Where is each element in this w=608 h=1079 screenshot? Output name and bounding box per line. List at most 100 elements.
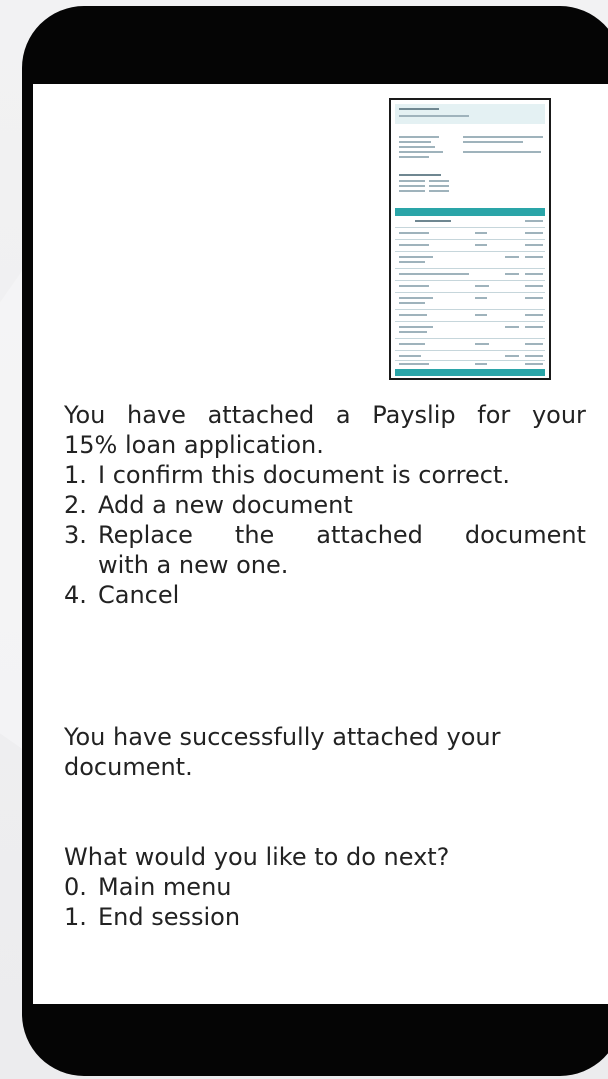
payslip-text-line bbox=[399, 151, 443, 153]
payslip-text-line bbox=[525, 326, 543, 328]
payslip-text-line bbox=[399, 343, 425, 345]
payslip-text-line bbox=[475, 343, 489, 345]
payslip-text-line bbox=[525, 220, 543, 222]
next-step-menu: What would you like to do next? 0. Main m… bbox=[64, 842, 586, 932]
intro-word: have bbox=[127, 401, 186, 429]
payslip-text-line bbox=[475, 285, 489, 287]
payslip-text-line bbox=[399, 244, 429, 246]
payslip-text-line bbox=[475, 314, 487, 316]
payslip-text-line bbox=[525, 244, 543, 246]
success-line-2: document. bbox=[64, 753, 193, 781]
payslip-text-line bbox=[399, 326, 433, 328]
option-word: attached bbox=[316, 521, 423, 549]
option-replace-document[interactable]: 3. Replace the attached document with a … bbox=[64, 520, 586, 580]
payslip-row-separator bbox=[395, 239, 545, 240]
payslip-row-separator bbox=[395, 268, 545, 269]
payslip-text-line bbox=[525, 285, 543, 287]
payslip-text-line bbox=[399, 363, 429, 365]
intro-word: for bbox=[477, 401, 511, 429]
intro-line: You have attached a Payslip for your bbox=[64, 400, 586, 430]
payslip-row-separator bbox=[395, 350, 545, 351]
payslip-text-line bbox=[399, 261, 425, 263]
payslip-text-line bbox=[399, 302, 425, 304]
option-confirm-document[interactable]: 1. I confirm this document is correct. bbox=[64, 460, 586, 490]
option-number: 1. bbox=[64, 461, 87, 489]
option-text: I confirm this document is correct. bbox=[98, 461, 510, 489]
payslip-text-line bbox=[399, 297, 433, 299]
payslip-text-line bbox=[475, 232, 487, 234]
payslip-text-line bbox=[399, 115, 469, 117]
payslip-row-separator bbox=[395, 321, 545, 322]
attachment-confirmation-message: You have attached a Payslip for your 15%… bbox=[64, 400, 586, 610]
intro-word: You bbox=[64, 401, 106, 429]
option-text: Main menu bbox=[98, 873, 232, 901]
option-text: Replace the attached document bbox=[98, 520, 586, 550]
option-number: 0. bbox=[64, 873, 87, 901]
payslip-text-line bbox=[505, 273, 519, 275]
payslip-title-line bbox=[399, 108, 439, 110]
payslip-text-line bbox=[463, 136, 543, 138]
payslip-text-line bbox=[399, 190, 425, 192]
option-text: End session bbox=[98, 903, 241, 931]
option-number: 1. bbox=[64, 903, 87, 931]
option-text: Cancel bbox=[98, 581, 180, 609]
option-number: 4. bbox=[64, 581, 87, 609]
payslip-row-separator bbox=[395, 280, 545, 281]
payslip-text-line bbox=[525, 297, 543, 299]
payslip-text-line bbox=[399, 331, 427, 333]
payslip-row-separator bbox=[395, 338, 545, 339]
payslip-text-line bbox=[525, 355, 543, 357]
attached-payslip-thumbnail[interactable] bbox=[389, 98, 551, 380]
payslip-row-separator bbox=[395, 251, 545, 252]
option-add-new-document[interactable]: 2. Add a new document bbox=[64, 490, 586, 520]
option-number: 2. bbox=[64, 491, 87, 519]
option-word: document bbox=[464, 521, 586, 549]
payslip-text-line bbox=[525, 343, 543, 345]
payslip-text-line bbox=[399, 232, 429, 234]
payslip-text-line bbox=[505, 355, 519, 357]
payslip-total-bar bbox=[395, 369, 545, 376]
option-text: Add a new document bbox=[98, 491, 353, 519]
intro-word: a bbox=[335, 401, 351, 429]
option-main-menu[interactable]: 0. Main menu bbox=[64, 872, 586, 902]
payslip-table-header bbox=[395, 208, 545, 216]
success-message: You have successfully attached your docu… bbox=[64, 722, 586, 782]
success-line-1: You have successfully attached your bbox=[64, 723, 501, 751]
payslip-text-line bbox=[399, 146, 435, 148]
payslip-text-line bbox=[399, 273, 469, 275]
payslip-text-line bbox=[525, 363, 543, 365]
next-step-question: What would you like to do next? bbox=[64, 843, 450, 871]
payslip-text-line bbox=[525, 256, 543, 258]
payslip-text-line bbox=[399, 285, 429, 287]
option-text-continued: with a new one. bbox=[98, 551, 289, 579]
payslip-text-line bbox=[399, 141, 431, 143]
payslip-text-line bbox=[429, 185, 449, 187]
payslip-text-line bbox=[505, 256, 519, 258]
payslip-preview bbox=[395, 104, 545, 376]
payslip-text-line bbox=[525, 273, 543, 275]
option-end-session[interactable]: 1. End session bbox=[64, 902, 586, 932]
payslip-text-line bbox=[505, 326, 519, 328]
payslip-row-separator bbox=[395, 292, 545, 293]
intro-line-2: 15% loan application. bbox=[64, 431, 324, 459]
option-cancel[interactable]: 4. Cancel bbox=[64, 580, 586, 610]
payslip-row-separator bbox=[395, 227, 545, 228]
payslip-row-separator bbox=[395, 309, 545, 310]
intro-word: Payslip bbox=[372, 401, 456, 429]
intro-word: attached bbox=[207, 401, 315, 429]
payslip-text-line bbox=[525, 232, 543, 234]
payslip-text-line bbox=[399, 256, 433, 258]
payslip-text-line bbox=[399, 156, 429, 158]
option-word: the bbox=[234, 521, 275, 549]
option-line: 3. Replace the attached document bbox=[64, 520, 586, 550]
payslip-header-band bbox=[395, 104, 545, 124]
payslip-text-line bbox=[399, 185, 425, 187]
payslip-text-line bbox=[415, 220, 451, 222]
option-word: Replace bbox=[98, 521, 193, 549]
payslip-text-line bbox=[463, 151, 541, 153]
payslip-text-line bbox=[475, 297, 487, 299]
payslip-row-separator bbox=[395, 360, 545, 361]
payslip-text-line bbox=[525, 314, 543, 316]
payslip-text-line bbox=[399, 314, 427, 316]
payslip-text-line bbox=[399, 180, 425, 182]
